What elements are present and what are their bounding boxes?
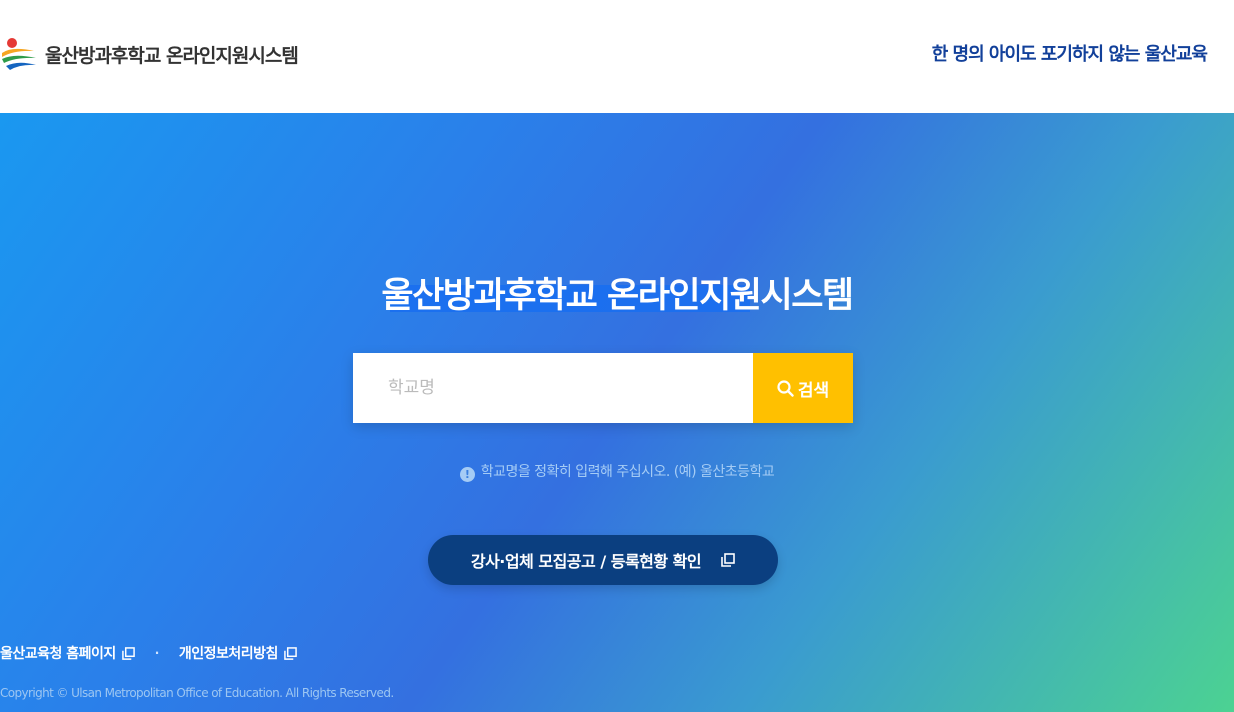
page-title: 울산방과후학교 온라인지원시스템: [381, 276, 854, 316]
recruit-button-label: 강사·업체 모집공고 / 등록현황 확인: [470, 552, 702, 571]
external-link-icon: [121, 646, 135, 660]
copyright: Copyright © Ulsan Metropolitan Office of…: [0, 686, 394, 700]
external-link-icon: [721, 553, 735, 567]
ulsan-logo-icon: [0, 36, 38, 72]
footer-link-office-homepage[interactable]: 울산교육청 홈페이지: [0, 643, 135, 663]
hero-section: 울산방과후학교 온라인지원시스템 검색 !학교명을 정확히 입력해 주십시오. …: [0, 113, 1234, 712]
search-button[interactable]: 검색: [753, 353, 853, 423]
footer-link-privacy-policy[interactable]: 개인정보처리방침: [179, 643, 297, 663]
search-icon: [777, 379, 794, 397]
search-hint: ! 학교명을 정확히 입력해 주십시오. (예) 울산초등학교: [0, 461, 1234, 482]
separator-dot: ·: [154, 646, 160, 660]
site-logo[interactable]: 울산방과후학교 온라인지원시스템: [0, 36, 299, 72]
info-icon: !: [459, 467, 475, 482]
footer-links: 울산교육청 홈페이지 · 개인정보처리방침: [0, 643, 297, 663]
search-form: 검색: [353, 353, 853, 423]
header: 울산방과후학교 온라인지원시스템 한 명의 아이도 포기하지 않는 울산교육: [0, 0, 1234, 113]
slogan: 한 명의 아이도 포기하지 않는 울산교육: [931, 44, 1208, 65]
logo-title: 울산방과후학교 온라인지원시스템: [45, 44, 299, 67]
recruit-notice-button[interactable]: 강사·업체 모집공고 / 등록현황 확인: [428, 535, 778, 585]
school-search-input[interactable]: [353, 353, 753, 423]
external-link-icon: [284, 646, 297, 660]
search-button-label: 검색: [797, 380, 830, 401]
